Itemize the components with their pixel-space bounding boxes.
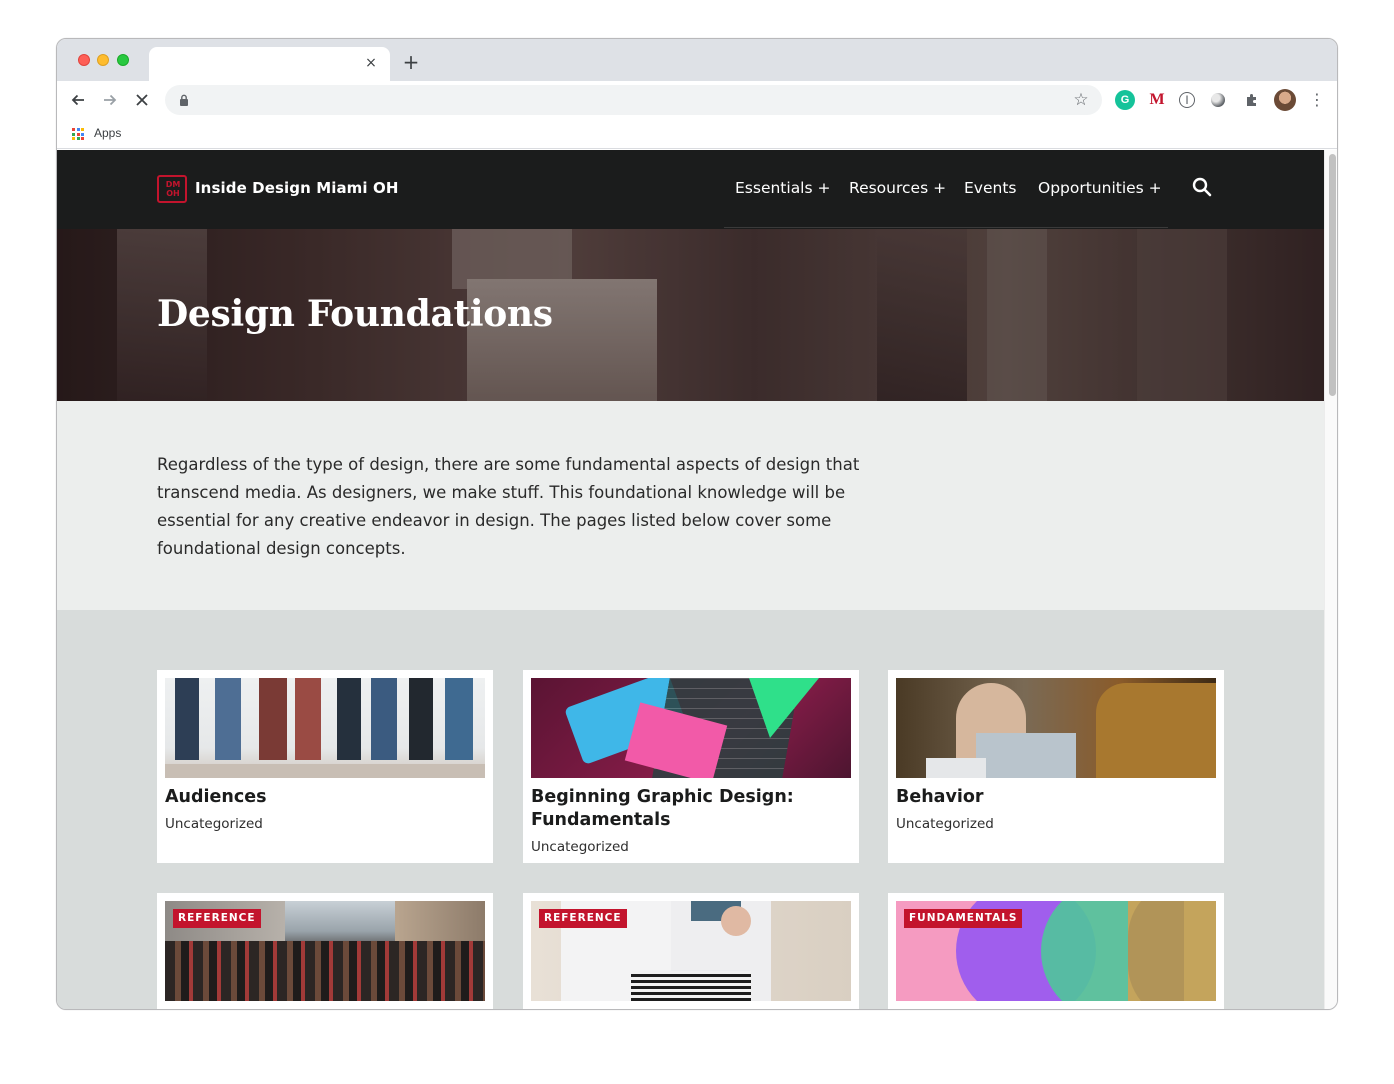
grammarly-extension-icon[interactable]: G [1115, 90, 1135, 110]
card-badge[interactable]: FUNDAMENTALS [904, 909, 1023, 928]
site-header: DM OH Inside Design Miami OH Essentials … [57, 150, 1324, 229]
card-badge[interactable]: REFERENCE [173, 909, 261, 928]
card-reference-magazine[interactable]: REFERENCE [523, 893, 859, 1009]
zoom-window-button[interactable] [117, 54, 129, 66]
nav-opportunities[interactable]: Opportunities + [1038, 179, 1162, 197]
page-scrollbar[interactable] [1324, 150, 1337, 1009]
card-category[interactable]: Uncategorized [896, 816, 994, 832]
browser-window: × + ☆ G M | ⋮ Apps DM OH Inside Design M… [56, 38, 1338, 1010]
back-arrow-icon[interactable] [65, 87, 91, 113]
card-grid: Audiences Uncategorized Beginning Graphi… [57, 610, 1324, 1009]
nav-resources[interactable]: Resources + [849, 179, 946, 197]
card-title[interactable]: Audiences [165, 786, 485, 809]
card-beginning-graphic-design[interactable]: Beginning Graphic Design: Fundamentals U… [523, 670, 859, 863]
card-audiences[interactable]: Audiences Uncategorized [157, 670, 493, 863]
bookmark-star-icon[interactable]: ☆ [1070, 89, 1092, 111]
tab-close-icon[interactable]: × [362, 54, 380, 72]
browser-tab[interactable]: × [149, 47, 390, 81]
close-window-button[interactable] [78, 54, 90, 66]
stop-loading-icon[interactable] [129, 87, 155, 113]
site-logo[interactable]: DM OH [157, 175, 187, 203]
card-badge[interactable]: REFERENCE [539, 909, 627, 928]
password-extension-icon[interactable]: | [1179, 92, 1195, 108]
address-bar[interactable]: ☆ [165, 85, 1102, 115]
profile-avatar[interactable] [1274, 89, 1296, 111]
card-image[interactable] [165, 678, 485, 778]
apps-bookmark-label[interactable]: Apps [94, 126, 121, 140]
logo-text-top: DM [165, 180, 181, 189]
card-behavior[interactable]: Behavior Uncategorized [888, 670, 1224, 863]
site-title[interactable]: Inside Design Miami OH [195, 179, 398, 197]
extensions-puzzle-icon[interactable] [1242, 90, 1262, 110]
card-title[interactable]: Beginning Graphic Design: Fundamentals [531, 786, 851, 832]
search-icon[interactable] [1192, 177, 1212, 197]
apps-grid-icon[interactable] [72, 128, 84, 140]
card-fundamentals[interactable]: FUNDAMENTALS [888, 893, 1224, 1009]
card-reference-group[interactable]: REFERENCE [157, 893, 493, 1009]
page-viewport: DM OH Inside Design Miami OH Essentials … [57, 150, 1337, 1009]
browser-toolbar: ☆ G M | ⋮ [57, 81, 1337, 119]
minimize-window-button[interactable] [97, 54, 109, 66]
nav-divider [724, 227, 1168, 228]
hero-banner: Design Foundations [57, 229, 1324, 401]
nav-events[interactable]: Events [964, 179, 1016, 197]
forward-arrow-icon[interactable] [97, 87, 123, 113]
card-image[interactable] [531, 678, 851, 778]
card-title[interactable]: Behavior [896, 786, 1216, 809]
card-category[interactable]: Uncategorized [165, 816, 263, 832]
bookmarks-bar: Apps [57, 119, 1337, 149]
miami-extension-icon[interactable]: M [1147, 90, 1167, 110]
dark-mode-extension-icon[interactable] [1211, 93, 1225, 107]
page-title: Design Foundations [157, 293, 553, 335]
lock-icon [180, 94, 188, 106]
nav-essentials[interactable]: Essentials + [735, 179, 830, 197]
card-image[interactable] [896, 678, 1216, 778]
card-category[interactable]: Uncategorized [531, 839, 629, 855]
scrollbar-thumb[interactable] [1329, 154, 1336, 396]
intro-section: Regardless of the type of design, there … [57, 401, 1324, 610]
more-menu-icon[interactable]: ⋮ [1307, 89, 1327, 111]
intro-text: Regardless of the type of design, there … [157, 455, 860, 558]
logo-text-bottom: OH [166, 189, 180, 198]
tab-strip: × + [57, 39, 1337, 81]
new-tab-button[interactable]: + [400, 51, 422, 73]
